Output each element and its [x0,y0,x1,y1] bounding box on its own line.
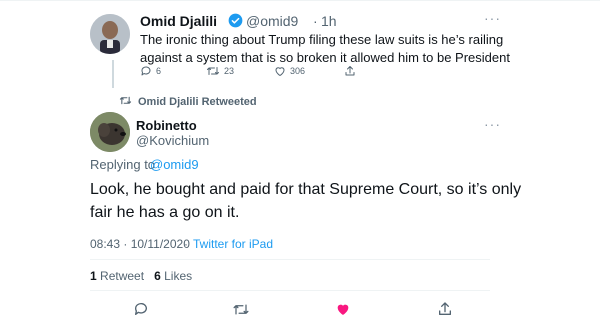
reply-icon [141,66,151,76]
top-divider [0,0,600,1]
reply-icon [134,303,147,315]
tweet2-share-button[interactable] [436,300,454,318]
replying-to-label: Replying to [90,157,156,172]
tweet2-author-handle[interactable]: @Kovichium [136,133,209,148]
tweet2-text: Look, he bought and paid for that Suprem… [90,181,522,221]
robinetto-avatar[interactable] [90,112,130,152]
verified-badge-icon [228,13,243,28]
tweet2-timestamp[interactable]: 08:43 · 10/11/2020 [90,237,190,251]
tweet1-reply-button[interactable]: 6 [140,63,161,79]
liked-heart-icon [337,304,349,315]
omid-avatar[interactable] [90,14,130,54]
tweet1-more-icon[interactable]: ··· [484,10,501,26]
tweet2-reply-button[interactable] [132,300,150,318]
tweet1-reply-count: 6 [156,66,162,76]
like-icon [275,67,285,76]
tweet2-more-icon[interactable]: ··· [484,116,501,132]
stats-bottom-divider [90,290,490,291]
tweet1-like-button[interactable]: 306 [274,63,305,79]
retweet-stat[interactable]: 1 Retweet [90,269,144,283]
tweet2-author-name[interactable]: Robinetto [136,118,197,133]
meta-separator: · [184,237,188,251]
tweet2-source-link[interactable]: Twitter for iPad [193,237,273,251]
retweet-icon [233,304,249,314]
thread-line [112,60,114,88]
tweet1-author-name[interactable]: Omid Djalili [140,13,217,29]
share-icon [439,302,451,315]
tweet1-like-count: 306 [290,66,306,76]
time-separator: · [313,13,318,29]
tweet2-stats: 1 Retweet 6 Likes [90,269,192,283]
tweet1-retweet-count: 23 [224,66,235,76]
replying-to-link[interactable]: @omid9 [150,157,199,172]
retweeted-label[interactable]: Omid Djalili Retweeted [138,96,257,108]
tweet1-time[interactable]: 1h [321,13,337,29]
share-icon [345,66,355,76]
likes-stat[interactable]: 6 Likes [154,269,192,283]
stats-top-divider [90,259,490,260]
retweeted-icon [119,95,132,106]
tweet1-text: The ironic thing about Trump filing thes… [140,32,510,65]
retweet-icon [207,67,219,75]
tweet1-author-handle[interactable]: @omid9 [246,13,298,29]
tweet1-retweet-button[interactable]: 23 [206,63,234,79]
tweet2-like-button[interactable] [334,300,352,318]
tweet2-retweet-button[interactable] [232,300,250,318]
tweet1-share-button[interactable] [344,63,356,79]
